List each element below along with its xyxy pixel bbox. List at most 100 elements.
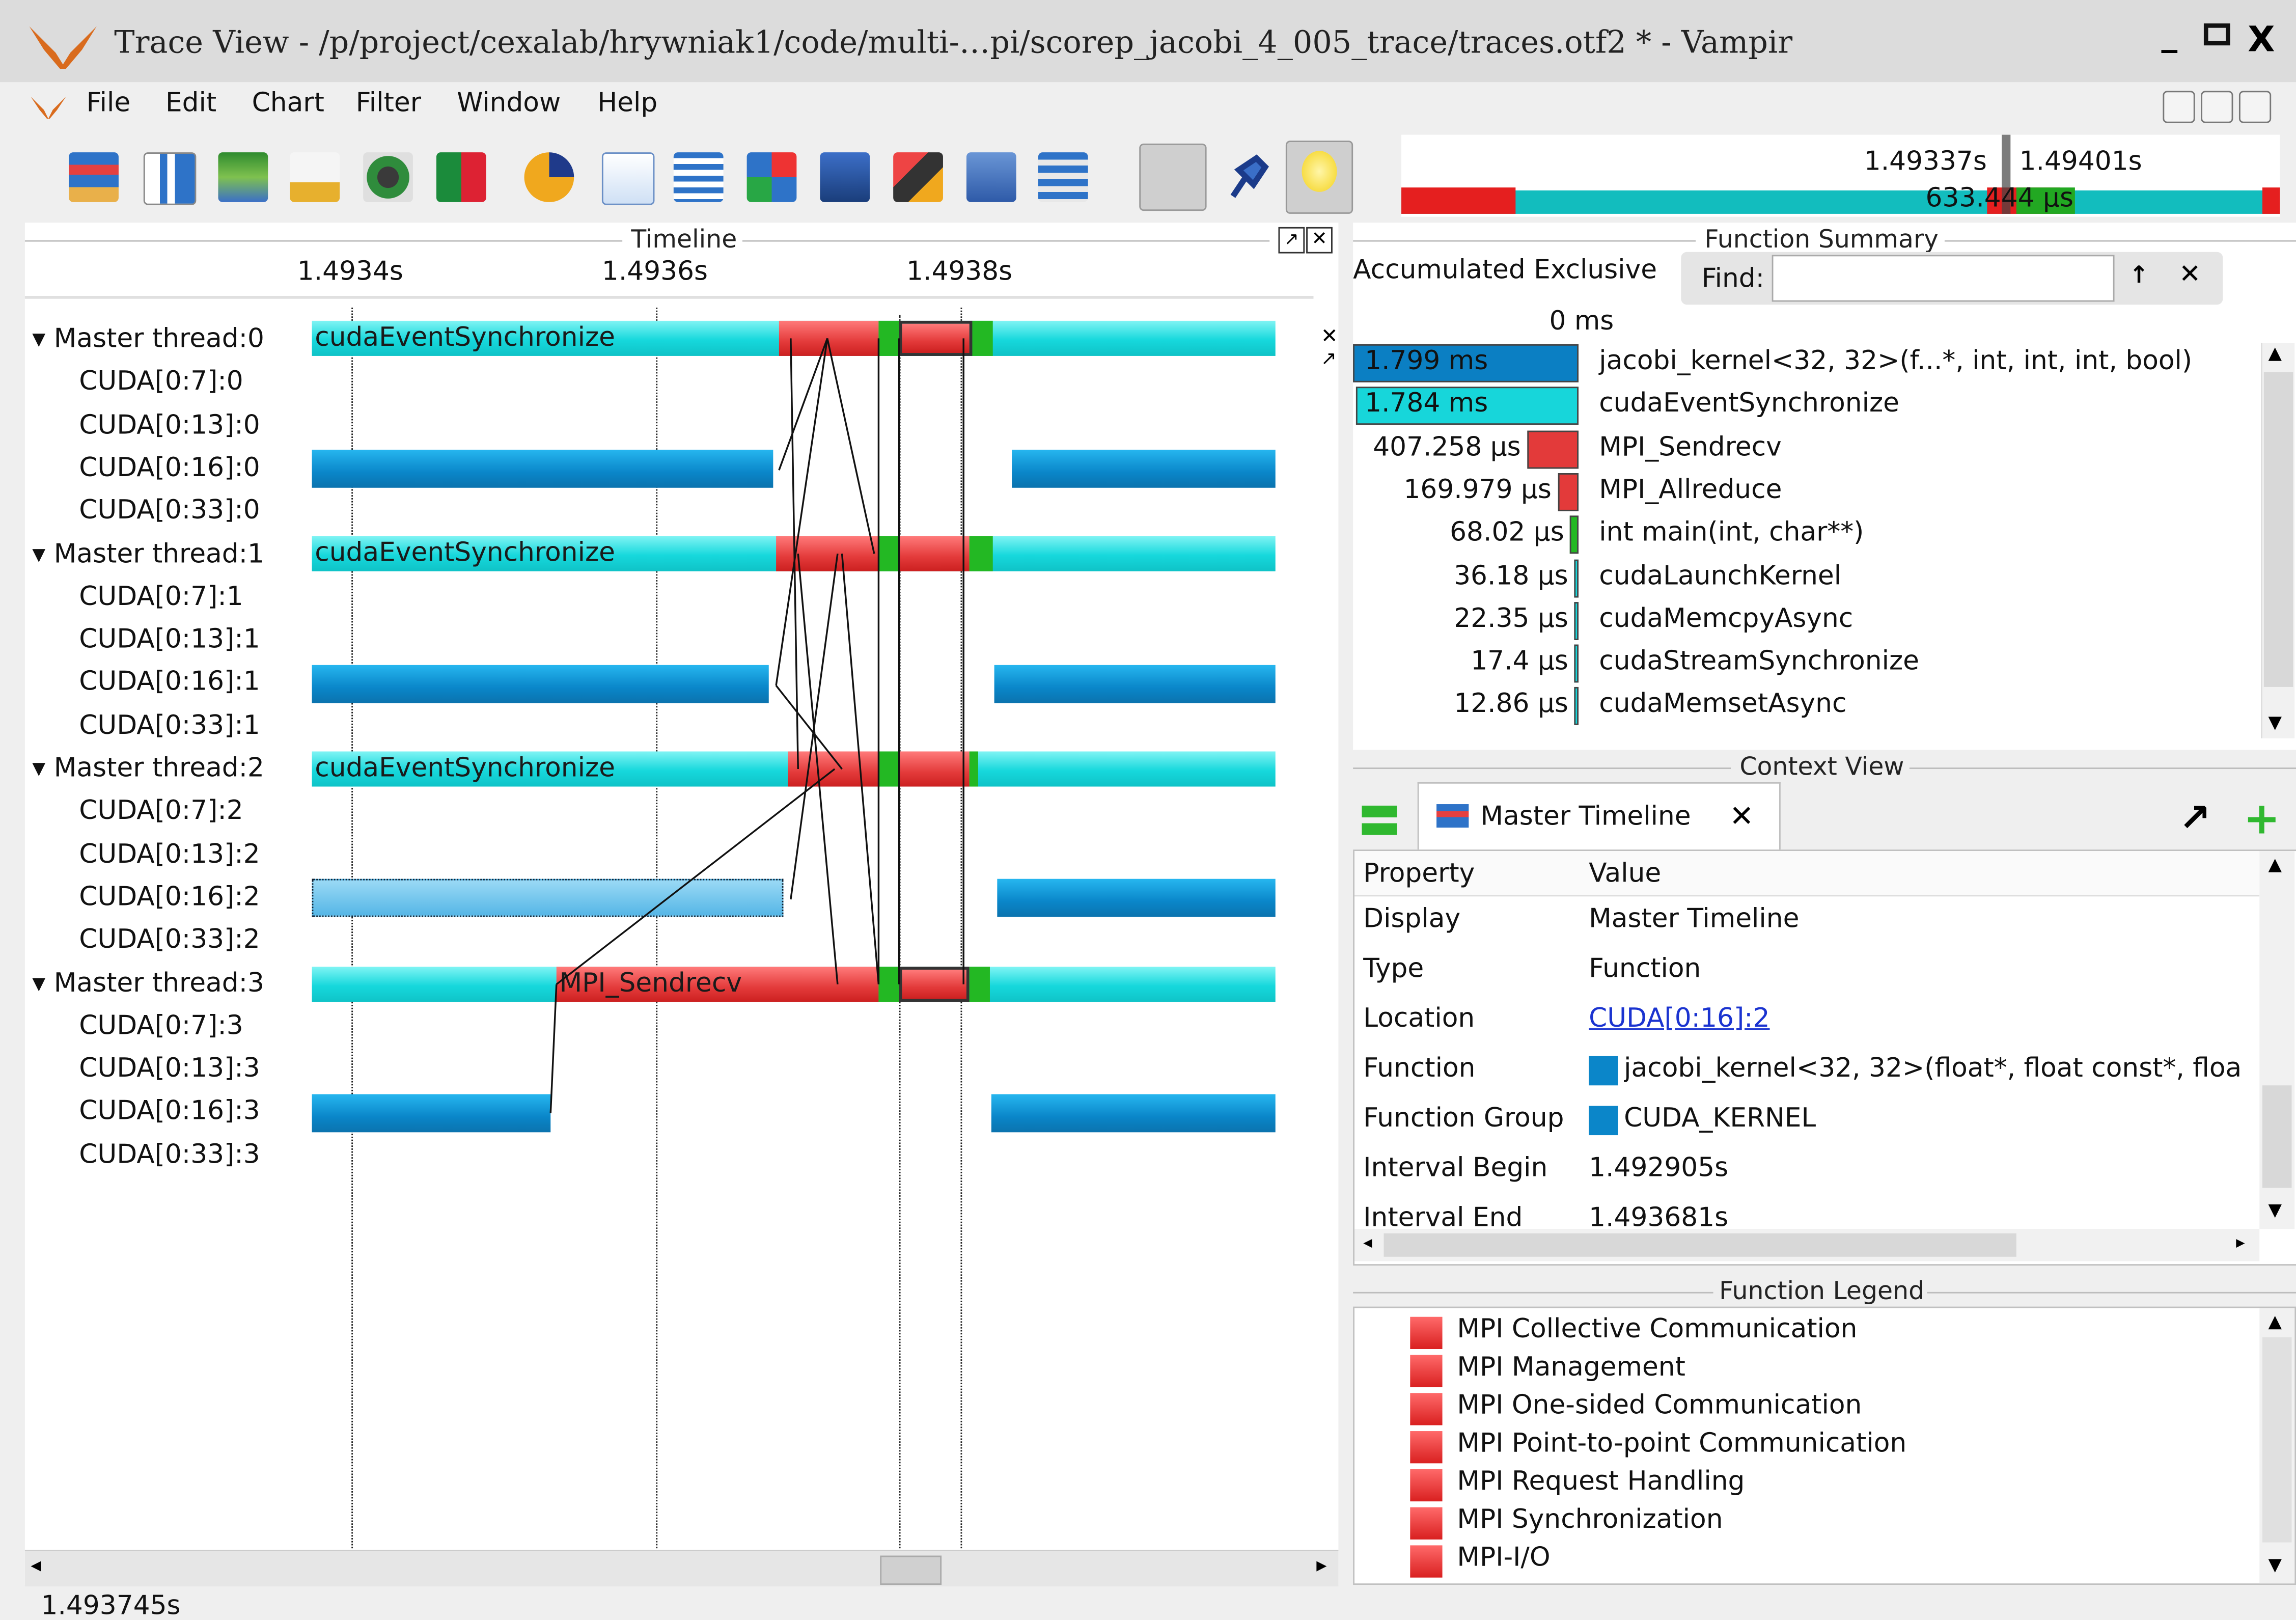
summary-value: 68.02 µs xyxy=(1450,517,1564,548)
scroll-thumb[interactable] xyxy=(880,1555,942,1585)
cursor-time-status: 1.493745s xyxy=(41,1590,181,1620)
function-color-swatch xyxy=(1589,1106,1618,1136)
summary-axis-label: 0 ms xyxy=(1549,306,1614,337)
context-value[interactable]: CUDA[0:16]:2 xyxy=(1589,1003,1769,1034)
summary-row[interactable]: 169.979 µs MPI_Allreduce xyxy=(1353,472,2261,513)
context-horizontal-scrollbar[interactable]: ◂ ▸ xyxy=(1354,1229,2260,1261)
detach-arrow-icon[interactable]: ↗ xyxy=(2179,797,2211,841)
context-value: jacobi_kernel<32, 32>(float*, float cons… xyxy=(1624,1053,2242,1084)
tab-close-icon[interactable]: ✕ xyxy=(1729,799,1754,834)
context-property: Function xyxy=(1363,1053,1476,1084)
summary-mode[interactable]: Accumulated Exclusive xyxy=(1353,255,1657,285)
summary-row[interactable]: 1.784 ms cudaEventSynchronize xyxy=(1353,386,2261,427)
function-color-swatch xyxy=(1589,1056,1618,1086)
column-header-property[interactable]: Property xyxy=(1363,858,1475,889)
legend-item[interactable]: MPI Synchronization xyxy=(1457,1504,1723,1535)
mdi-restore-button[interactable] xyxy=(2201,91,2233,123)
context-value: Function xyxy=(1589,953,1701,984)
column-header-value[interactable]: Value xyxy=(1589,858,1661,889)
context-property: Type xyxy=(1363,953,1424,984)
close-button[interactable]: X xyxy=(2248,19,2275,60)
timeline-horizontal-scrollbar[interactable]: ◂ ▸ xyxy=(24,1550,1339,1586)
summary-value: 36.18 µs xyxy=(1454,560,1568,591)
summary-value: 12.86 µs xyxy=(1454,689,1568,720)
summary-bar xyxy=(1570,515,1579,554)
summary-row[interactable]: 1.799 ms jacobi_kernel<32, 32>(f...*, int… xyxy=(1353,343,2261,384)
legend-item[interactable]: MPI Point-to-point Communication xyxy=(1457,1428,1906,1459)
context-view-title: Context View xyxy=(1739,753,1904,782)
summary-bar xyxy=(1574,559,1579,597)
summary-function-name: MPI_Allreduce xyxy=(1599,474,1782,505)
context-value: 1.492905s xyxy=(1589,1152,1729,1184)
zoom-overview[interactable]: 1.49337s 1.49401s 633.444 µs xyxy=(1401,134,2280,217)
summary-bar xyxy=(1557,473,1579,511)
zoom-end-label: 1.49401s xyxy=(2019,146,2142,178)
zoom-start-label: 1.49337s xyxy=(1864,146,1987,178)
legend-color-swatch xyxy=(1410,1355,1443,1387)
timeline-vertical-controls[interactable]: ✕ ↗ xyxy=(1321,325,1339,384)
summary-row[interactable]: 407.258 µs MPI_Sendrecv xyxy=(1353,429,2261,470)
mdi-close-button[interactable] xyxy=(2238,91,2272,123)
legend-scrollbar[interactable]: ▲ ▼ xyxy=(2259,1308,2295,1584)
minimize-button[interactable]: _ xyxy=(2162,18,2178,54)
context-property: Display xyxy=(1363,903,1461,935)
find-bar: Find: ↑ ✕ xyxy=(1681,252,2223,305)
context-menu-icon[interactable] xyxy=(1362,805,1397,835)
function-legend-panel: Function Legend MPI Collective Communica… xyxy=(1353,1277,2296,1585)
find-input[interactable] xyxy=(1772,255,2115,302)
context-view-panel: Context View Master Timeline ✕ ↗ + Prope… xyxy=(1353,750,2296,1278)
message-lines xyxy=(549,338,964,1113)
legend-color-swatch xyxy=(1410,1393,1443,1425)
find-previous-icon[interactable]: ↑ xyxy=(2129,261,2149,289)
vampir-window: Trace View - /p/project/cexalab/hrywniak… xyxy=(0,0,2296,1620)
context-value: Master Timeline xyxy=(1589,903,1800,935)
legend-item[interactable]: MPI Management xyxy=(1457,1352,1685,1383)
summary-bar xyxy=(1574,601,1579,640)
legend-color-swatch xyxy=(1410,1316,1443,1349)
tab-label: Master Timeline xyxy=(1480,801,1691,832)
legend-item[interactable]: MPI-I/O xyxy=(1457,1543,1550,1573)
summary-function-name: int main(int, char**) xyxy=(1599,517,1864,548)
summary-value: 17.4 µs xyxy=(1471,646,1568,677)
legend-color-swatch xyxy=(1410,1431,1443,1464)
zoom-duration-label: 633.444 µs xyxy=(1925,183,2073,214)
legend-item[interactable]: MPI Collective Communication xyxy=(1457,1314,1857,1344)
summary-row[interactable]: 68.02 µs int main(int, char**) xyxy=(1353,514,2261,556)
summary-scrollbar[interactable]: ▲ ▼ xyxy=(2261,343,2295,738)
legend-color-swatch xyxy=(1410,1469,1443,1502)
summary-function-name: cudaMemcpyAsync xyxy=(1599,603,1854,634)
context-vertical-scrollbar[interactable]: ▲ ▼ xyxy=(2259,851,2295,1229)
context-value: CUDA_KERNEL xyxy=(1624,1103,1816,1134)
context-table: Property Value Display Master Timeline Typ… xyxy=(1353,849,2296,1266)
legend-item[interactable]: MPI One-sided Communication xyxy=(1457,1390,1862,1421)
summary-row[interactable]: 17.4 µs cudaStreamSynchronize xyxy=(1353,643,2261,684)
function-summary-panel: Function Summary Accumulated Exclusive F… xyxy=(1353,223,2296,750)
summary-function-name: cudaStreamSynchronize xyxy=(1599,646,1920,677)
legend-list: MPI Collective Communication MPI Manageme… xyxy=(1353,1306,2296,1585)
context-property: Interval Begin xyxy=(1363,1152,1548,1184)
context-property: Function Group xyxy=(1363,1103,1564,1134)
summary-value: 1.784 ms xyxy=(1365,389,1488,420)
summary-function-name: cudaEventSynchronize xyxy=(1599,389,1900,420)
legend-color-swatch xyxy=(1410,1507,1443,1540)
summary-row[interactable]: 22.35 µs cudaMemcpyAsync xyxy=(1353,600,2261,642)
summary-function-name: MPI_Sendrecv xyxy=(1599,431,1782,462)
summary-function-name: cudaMemsetAsync xyxy=(1599,689,1847,720)
summary-row[interactable]: 12.86 µs cudaMemsetAsync xyxy=(1353,686,2261,727)
context-property: Location xyxy=(1363,1003,1475,1034)
function-summary-title: Function Summary xyxy=(1704,225,1939,255)
add-tab-icon[interactable]: + xyxy=(2244,794,2280,845)
legend-item[interactable]: MPI Request Handling xyxy=(1457,1466,1745,1497)
legend-color-swatch xyxy=(1410,1545,1443,1578)
summary-function-name: cudaLaunchKernel xyxy=(1599,560,1842,591)
tab-master-timeline[interactable]: Master Timeline ✕ xyxy=(1417,782,1781,852)
mdi-minimize-button[interactable] xyxy=(2163,91,2195,123)
master-timeline-tab-icon xyxy=(1436,804,1469,828)
summary-value: 169.979 µs xyxy=(1403,474,1552,505)
find-label: Find: xyxy=(1701,263,1765,295)
find-close-icon[interactable]: ✕ xyxy=(2179,259,2201,290)
summary-value: 22.35 µs xyxy=(1454,603,1568,634)
summary-row[interactable]: 36.18 µs cudaLaunchKernel xyxy=(1353,557,2261,598)
maximize-button[interactable] xyxy=(2203,23,2230,46)
summary-value: 407.258 µs xyxy=(1373,431,1521,462)
